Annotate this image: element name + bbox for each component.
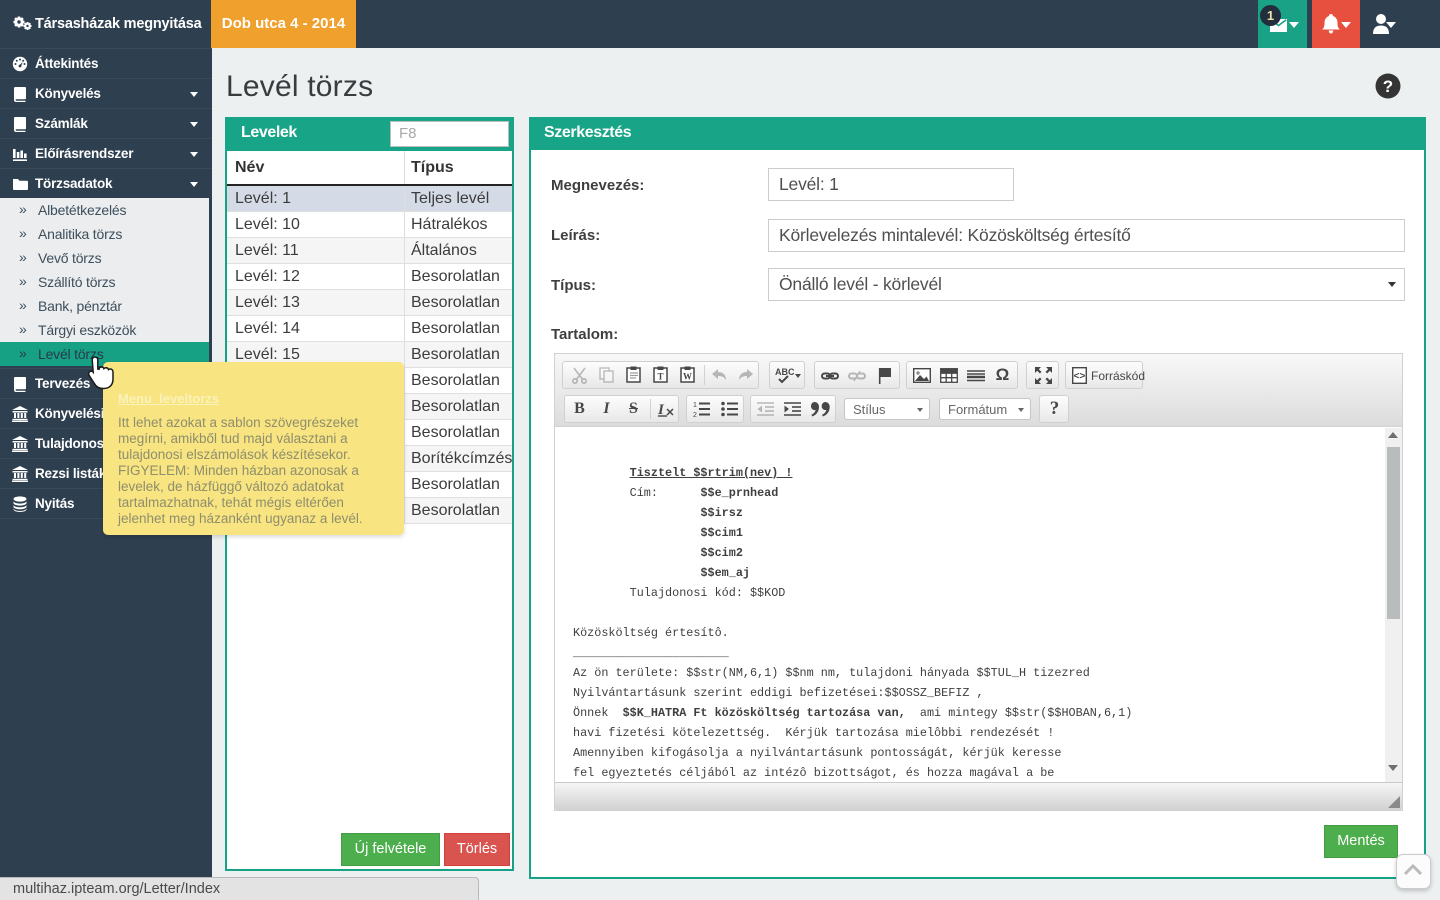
svg-text:T: T — [657, 372, 663, 382]
svg-text:2: 2 — [693, 412, 697, 417]
svg-text:<>: <> — [1073, 371, 1085, 382]
svg-text:I: I — [657, 402, 665, 417]
svg-text:1: 1 — [693, 402, 697, 409]
svg-text:ABC: ABC — [775, 367, 795, 377]
svg-text:?: ? — [1383, 77, 1393, 96]
svg-text:W: W — [683, 372, 692, 382]
